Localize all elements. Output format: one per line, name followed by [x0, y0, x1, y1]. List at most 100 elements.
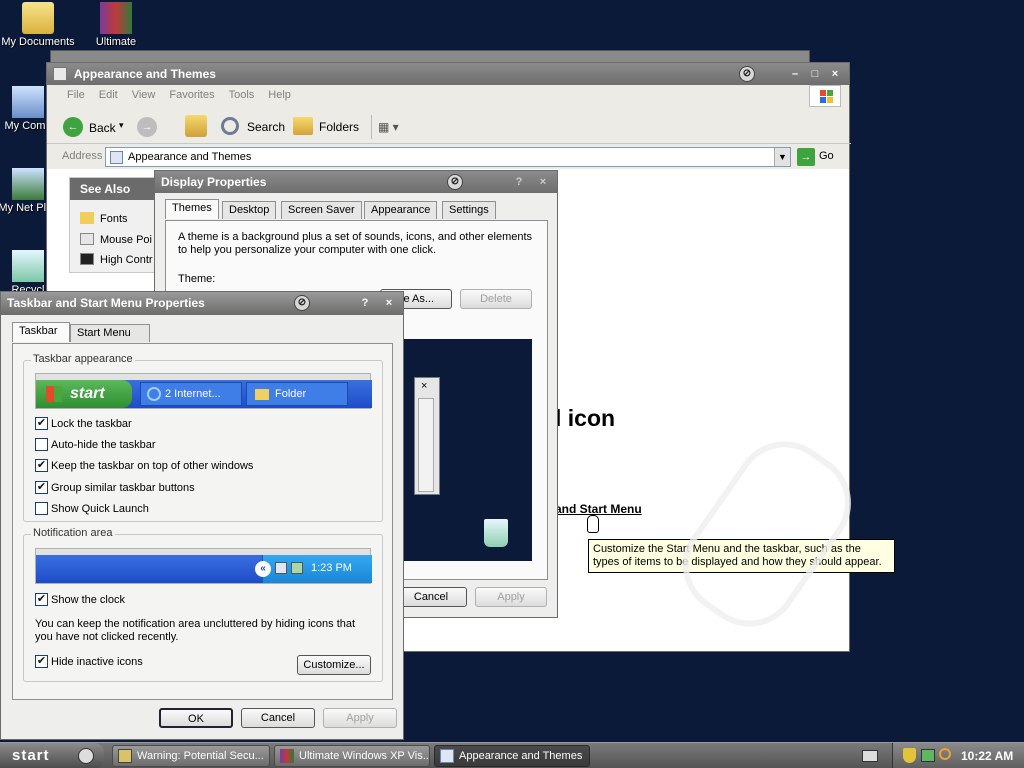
- start-orb-icon: [78, 748, 94, 764]
- see-also-high-contrast[interactable]: High Contr: [80, 253, 153, 266]
- menu-edit[interactable]: Edit: [99, 89, 118, 101]
- recycle-bin-icon: [12, 250, 44, 282]
- group-buttons-checkbox[interactable]: ✔: [35, 481, 48, 494]
- back-dropdown-icon[interactable]: ▾: [119, 120, 124, 131]
- disabled-icon: ⊘: [739, 66, 755, 82]
- delete-button[interactable]: Delete: [460, 289, 532, 309]
- search-icon[interactable]: [221, 117, 239, 135]
- keep-on-top-checkbox[interactable]: ✔: [35, 459, 48, 472]
- notification-info-text: You can keep the notification area unclu…: [35, 618, 356, 643]
- ok-button[interactable]: OK: [159, 708, 233, 728]
- close-button[interactable]: ×: [827, 66, 843, 82]
- minimize-button[interactable]: –: [787, 66, 803, 82]
- apply-button[interactable]: Apply: [475, 587, 547, 607]
- dialog-title: Display Properties: [161, 175, 267, 189]
- lock-taskbar-label[interactable]: Lock the taskbar: [51, 418, 132, 430]
- taskbar-start-menu-link[interactable]: and Start Menu: [555, 502, 642, 516]
- preview-item-internet: 2 Internet...: [140, 382, 242, 406]
- dialog-titlebar[interactable]: Display Properties ⊘ ? ×: [155, 171, 557, 193]
- taskbar-item-appearance[interactable]: Appearance and Themes: [434, 745, 590, 767]
- apply-button[interactable]: Apply: [323, 708, 397, 728]
- window-titlebar[interactable]: Appearance and Themes ⊘ – □ ×: [47, 63, 849, 85]
- close-button[interactable]: ×: [381, 295, 397, 311]
- tab-taskbar[interactable]: Taskbar: [12, 322, 70, 342]
- expand-tray-icon: «: [255, 561, 271, 577]
- address-input[interactable]: Appearance and Themes ▼: [105, 147, 791, 167]
- folders-button[interactable]: Folders: [319, 120, 359, 134]
- help-button[interactable]: ?: [511, 174, 527, 190]
- tab-strip: Taskbar Start Menu: [12, 322, 392, 344]
- tab-desktop[interactable]: Desktop: [222, 201, 277, 219]
- back-arrow-icon: ←: [63, 117, 83, 137]
- customize-button[interactable]: Customize...: [297, 655, 371, 675]
- desktop-icon-ultimate[interactable]: Ultimate: [78, 2, 154, 48]
- see-also-mouse[interactable]: Mouse Poi: [80, 233, 152, 246]
- menu-bar: File Edit View Favorites Tools Help: [67, 89, 305, 101]
- desktop-icon-my-documents[interactable]: My Documents: [0, 2, 76, 48]
- quick-launch-checkbox[interactable]: [35, 502, 48, 515]
- taskbar-item-ultimate[interactable]: Ultimate Windows XP Vis...: [274, 745, 430, 767]
- keep-on-top-label[interactable]: Keep the taskbar on top of other windows: [51, 460, 253, 472]
- address-dropdown[interactable]: ▼: [774, 148, 790, 166]
- quick-launch-label[interactable]: Show Quick Launch: [51, 503, 149, 515]
- warning-icon: [118, 749, 132, 763]
- address-value: Appearance and Themes: [128, 151, 252, 163]
- clock: 10:22 AM: [961, 749, 1014, 763]
- archive-icon: [100, 2, 132, 34]
- security-shield-icon[interactable]: [903, 748, 916, 763]
- network-icon[interactable]: [921, 749, 935, 762]
- keyboard-icon[interactable]: [862, 750, 878, 762]
- taskbar: start Warning: Potential Secu... Ultimat…: [0, 742, 1024, 768]
- auto-hide-label[interactable]: Auto-hide the taskbar: [51, 439, 156, 451]
- tab-appearance[interactable]: Appearance: [364, 201, 438, 219]
- group-buttons-label[interactable]: Group similar taskbar buttons: [51, 482, 195, 494]
- desktop-icon-label: My Documents: [1, 36, 75, 48]
- window-title: Appearance and Themes: [73, 67, 216, 81]
- help-button[interactable]: ?: [357, 295, 373, 311]
- preview-windows-flag-icon: [46, 386, 62, 402]
- desktop-icon-label: Ultimate: [95, 36, 137, 48]
- tab-settings[interactable]: Settings: [442, 201, 496, 219]
- dialog-titlebar[interactable]: Taskbar and Start Menu Properties ⊘ ? ×: [1, 292, 403, 315]
- go-button[interactable]: Go: [819, 150, 834, 162]
- tab-screen-saver[interactable]: Screen Saver: [281, 201, 362, 219]
- up-folder-icon[interactable]: [185, 115, 207, 137]
- taskbar-preview: start 2 Internet... Folder: [35, 373, 372, 409]
- search-button[interactable]: Search: [247, 120, 285, 134]
- system-tray: 10:22 AM: [892, 743, 1024, 768]
- menu-file[interactable]: File: [67, 89, 85, 101]
- taskbar-item-warning[interactable]: Warning: Potential Secu...: [112, 745, 270, 767]
- network-tray-icon: [275, 562, 287, 574]
- folder-icon: [22, 2, 54, 34]
- disabled-icon: ⊘: [294, 295, 310, 311]
- start-button[interactable]: start: [0, 743, 104, 768]
- forward-button[interactable]: →: [137, 117, 157, 137]
- show-clock-label[interactable]: Show the clock: [51, 594, 125, 606]
- close-button[interactable]: ×: [535, 174, 551, 190]
- show-clock-checkbox[interactable]: ✔: [35, 593, 48, 606]
- preview-close-icon: ×: [421, 380, 428, 392]
- tab-strip: Themes Desktop Screen Saver Appearance S…: [165, 199, 555, 221]
- menu-help[interactable]: Help: [268, 89, 291, 101]
- back-label: Back: [89, 121, 116, 135]
- back-button[interactable]: ← Back ▾: [61, 115, 131, 139]
- views-button[interactable]: ▦ ▾: [371, 115, 405, 139]
- go-arrow-icon[interactable]: →: [797, 148, 815, 166]
- search-tray-icon[interactable]: [939, 748, 951, 760]
- tab-start-menu[interactable]: Start Menu: [70, 324, 150, 342]
- menu-favorites[interactable]: Favorites: [169, 89, 214, 101]
- tab-themes[interactable]: Themes: [165, 199, 219, 219]
- cancel-button[interactable]: Cancel: [241, 708, 315, 728]
- address-bar: Address Appearance and Themes ▼ → Go: [47, 143, 851, 169]
- lock-taskbar-checkbox[interactable]: ✔: [35, 417, 48, 430]
- menu-view[interactable]: View: [132, 89, 156, 101]
- auto-hide-checkbox[interactable]: [35, 438, 48, 451]
- address-label: Address: [62, 150, 103, 162]
- hand-cursor-icon: [587, 515, 599, 533]
- maximize-button[interactable]: □: [807, 66, 823, 82]
- hide-inactive-checkbox[interactable]: ✔: [35, 655, 48, 668]
- menu-tools[interactable]: Tools: [229, 89, 255, 101]
- cancel-button[interactable]: Cancel: [395, 587, 467, 607]
- see-also-fonts[interactable]: Fonts: [80, 212, 128, 225]
- hide-inactive-label[interactable]: Hide inactive icons: [51, 656, 143, 668]
